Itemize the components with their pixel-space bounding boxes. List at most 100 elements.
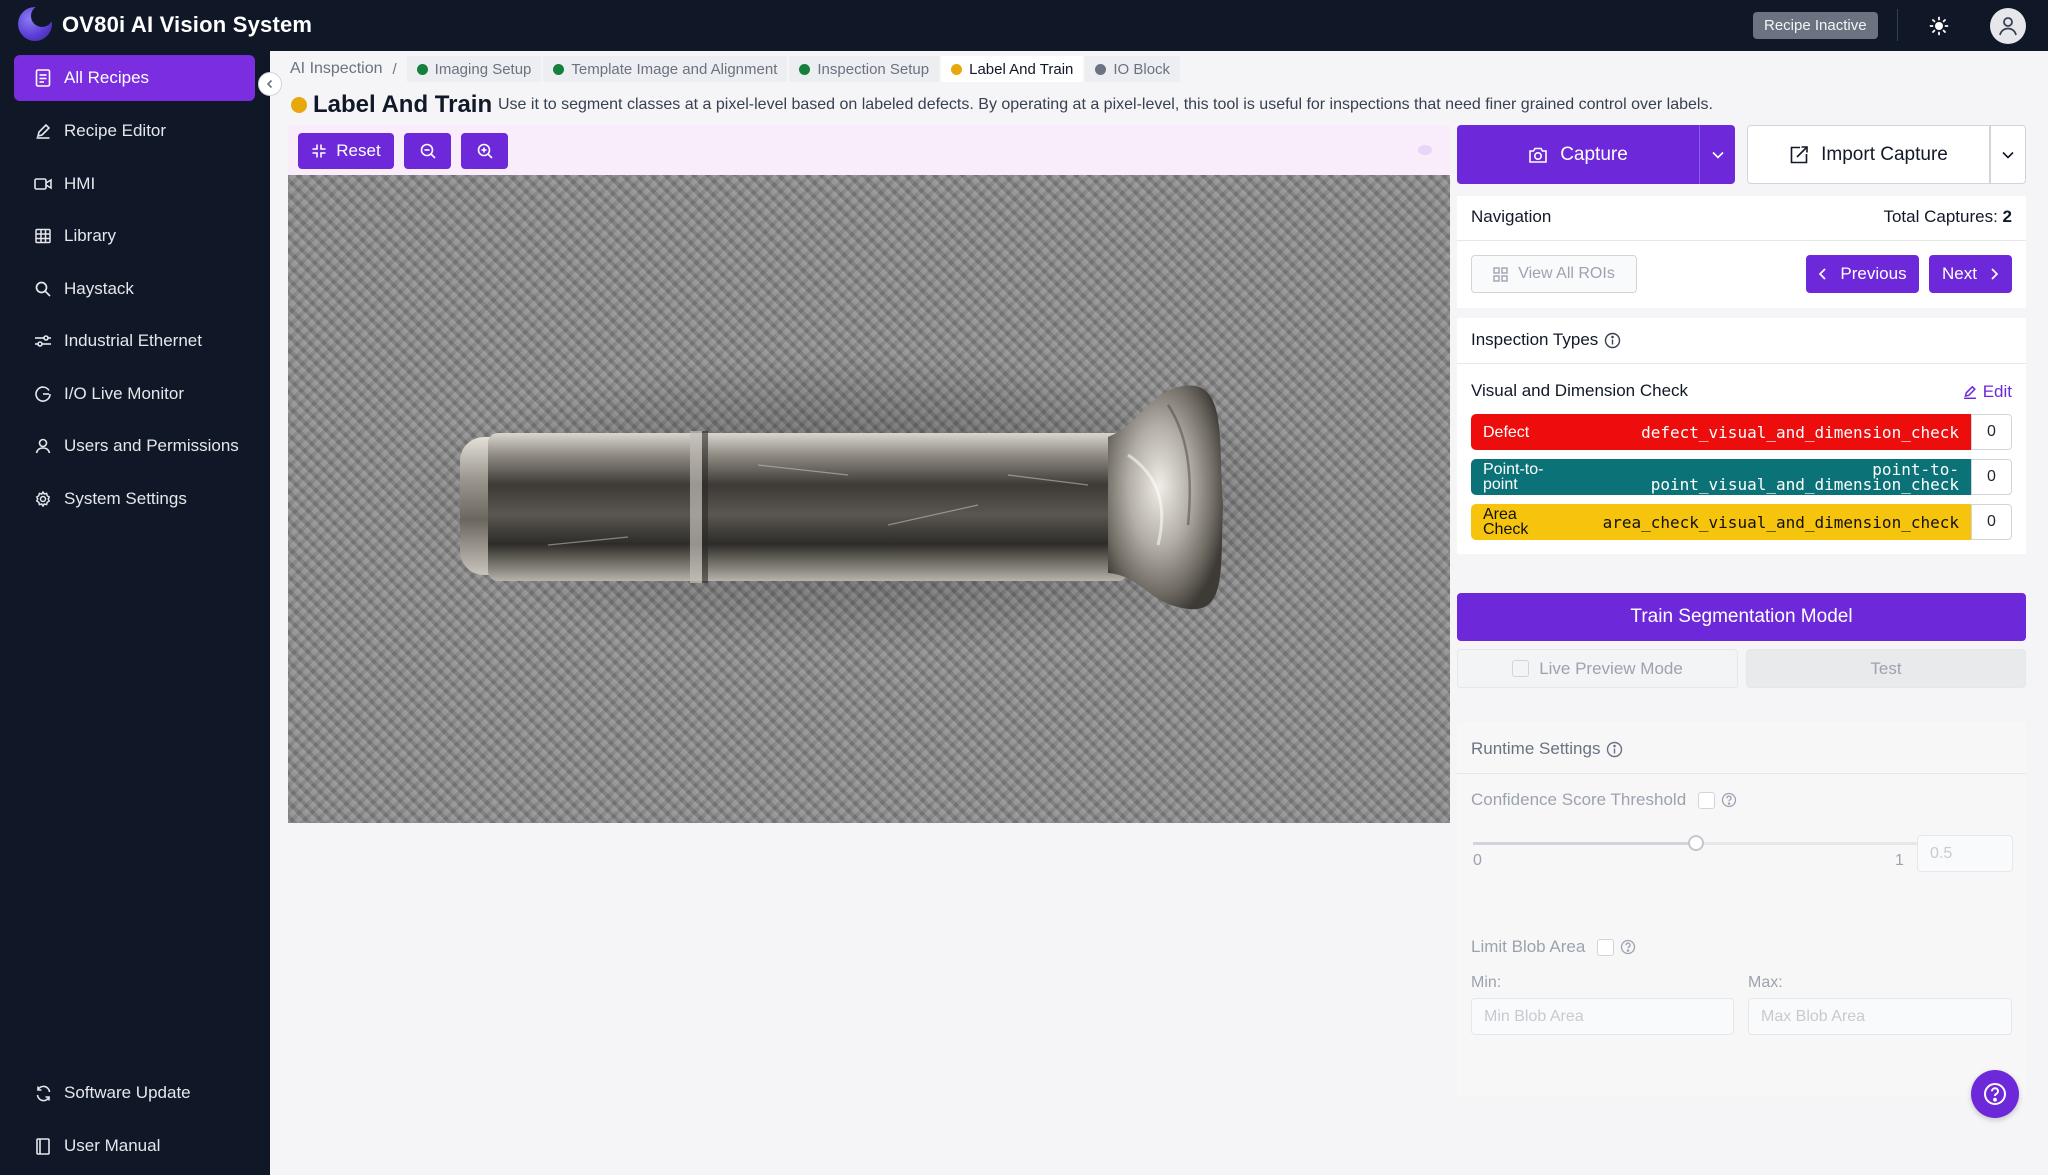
- sidebar-item-library[interactable]: Library: [14, 213, 255, 259]
- sidebar-collapse-button[interactable]: [258, 72, 282, 96]
- help-icon[interactable]: [1721, 792, 1737, 808]
- sidebar-item-industrial-ethernet[interactable]: Industrial Ethernet: [14, 318, 255, 364]
- top-bar: OV80i AI Vision System Recipe Inactive: [0, 0, 2048, 51]
- status-dot: [1095, 63, 1107, 75]
- edit-label: Edit: [1982, 382, 2012, 401]
- confidence-threshold-row: Confidence Score Threshold: [1471, 790, 1737, 810]
- user-avatar-button[interactable]: [1990, 8, 2026, 44]
- sidebar-item-recipe-editor[interactable]: Recipe Editor: [14, 108, 255, 154]
- help-button[interactable]: [1971, 1070, 2019, 1118]
- view-all-rois-label: View All ROIs: [1518, 265, 1615, 282]
- page-title: Label And Train: [313, 91, 493, 118]
- confidence-value-input[interactable]: 0.5: [1917, 835, 2013, 872]
- sidebar-item-label: Users and Permissions: [64, 436, 239, 455]
- chevron-down-icon: [2002, 151, 2014, 159]
- sidebar: All Recipes Recipe Editor HMI Library Ha…: [0, 51, 270, 1175]
- search-icon: [34, 280, 52, 298]
- inspection-type-count: 0: [1971, 414, 2012, 450]
- live-preview-mode-toggle[interactable]: Live Preview Mode: [1457, 649, 1738, 688]
- min-blob-label: Min:: [1471, 974, 1502, 991]
- zoom-in-icon: [477, 143, 493, 159]
- breadcrumb-step-template-image[interactable]: Template Image and Alignment: [543, 56, 788, 82]
- status-dot: [416, 63, 428, 75]
- capture-dropdown-button[interactable]: [1699, 125, 1735, 184]
- breadcrumb-step-label-and-train[interactable]: Label And Train: [941, 56, 1084, 82]
- camera-icon: [1529, 147, 1547, 163]
- pencil-icon: [34, 122, 52, 140]
- theme-toggle-button[interactable]: [1921, 8, 1957, 44]
- sidebar-item-label: Software Update: [64, 1083, 191, 1102]
- refresh-icon: [34, 1084, 52, 1102]
- import-capture-button[interactable]: Import Capture: [1747, 125, 1990, 184]
- edit-inspection-button[interactable]: Edit: [1963, 382, 2012, 402]
- inspection-types-card: Inspection Types Visual and Dimension Ch…: [1457, 318, 2026, 554]
- capture-button[interactable]: Capture: [1457, 125, 1699, 184]
- inspection-type-key: defect_visual_and_dimension_check: [1641, 422, 1959, 442]
- gear-icon: [34, 490, 52, 508]
- sidebar-item-users-and-permissions[interactable]: Users and Permissions: [14, 423, 255, 469]
- max-blob-area-input[interactable]: Max Blob Area: [1748, 998, 2012, 1035]
- chevron-down-icon: [1711, 151, 1724, 159]
- confidence-threshold-checkbox[interactable]: [1698, 791, 1716, 809]
- sidebar-item-all-recipes[interactable]: All Recipes: [14, 55, 255, 101]
- grid-icon: [1493, 266, 1508, 282]
- divider: [1457, 773, 2026, 774]
- slider-thumb[interactable]: [1688, 835, 1704, 851]
- breadcrumb-step-label: IO Block: [1113, 60, 1171, 78]
- capture-image-canvas[interactable]: [288, 175, 1450, 823]
- reset-label: Reset: [336, 141, 381, 160]
- sidebar-item-label: Industrial Ethernet: [64, 331, 202, 350]
- status-dot: [799, 63, 811, 75]
- total-captures-value: 2: [2002, 207, 2012, 226]
- breadcrumb-step-imaging-setup[interactable]: Imaging Setup: [406, 56, 542, 82]
- import-capture-label: Import Capture: [1821, 143, 1948, 165]
- inspection-type-area-check[interactable]: Area Check area_check_visual_and_dimensi…: [1471, 504, 1971, 540]
- pencil-icon: [1963, 385, 1976, 399]
- document-list-icon: [34, 69, 52, 87]
- sidebar-item-system-settings[interactable]: System Settings: [14, 476, 255, 522]
- navigation-title: Navigation: [1471, 207, 1552, 226]
- sidebar-item-label: HMI: [64, 174, 96, 193]
- inspection-type-key: area_check_visual_and_dimension_check: [1602, 512, 1959, 532]
- breadcrumb-step-inspection-setup[interactable]: Inspection Setup: [789, 56, 940, 82]
- sidebar-item-label: Recipe Editor: [64, 121, 167, 140]
- test-button[interactable]: Test: [1746, 649, 2026, 688]
- breadcrumb-root[interactable]: AI Inspection: [290, 60, 383, 78]
- previous-button[interactable]: Previous: [1806, 255, 1919, 293]
- breadcrumb-step-label: Inspection Setup: [817, 60, 930, 78]
- help-icon[interactable]: [1620, 939, 1636, 955]
- chevron-right-icon: [1991, 268, 1999, 280]
- inspection-type-count: 0: [1971, 459, 2012, 495]
- inspection-type-defect[interactable]: Defect defect_visual_and_dimension_check: [1471, 414, 1971, 450]
- inspection-type-key: point-to-point_visual_and_dimension_chec…: [1650, 460, 1959, 494]
- max-blob-label: Max:: [1748, 974, 1783, 991]
- limit-blob-area-checkbox[interactable]: [1597, 938, 1615, 956]
- video-icon: [34, 175, 52, 193]
- sidebar-item-software-update[interactable]: Software Update: [14, 1070, 255, 1116]
- inspection-type-point-to-point[interactable]: Point-to-point point-to-point_visual_and…: [1471, 459, 1971, 495]
- info-icon[interactable]: [1606, 741, 1623, 758]
- reset-view-button[interactable]: Reset: [298, 133, 394, 169]
- view-all-rois-button[interactable]: View All ROIs: [1471, 255, 1637, 293]
- inspection-type-name: Defect: [1483, 423, 1530, 441]
- info-icon[interactable]: [1604, 332, 1621, 349]
- breadcrumb-step-label: Template Image and Alignment: [571, 60, 778, 78]
- sidebar-item-hmi[interactable]: HMI: [14, 161, 255, 207]
- train-segmentation-model-button[interactable]: Train Segmentation Model: [1457, 593, 2026, 641]
- next-button[interactable]: Next: [1929, 255, 2012, 293]
- zoom-out-button[interactable]: [404, 133, 451, 169]
- sidebar-item-io-live-monitor[interactable]: I/O Live Monitor: [14, 371, 255, 417]
- import-dropdown-button[interactable]: [1990, 125, 2026, 184]
- zoom-in-button[interactable]: [461, 133, 508, 169]
- sidebar-item-user-manual[interactable]: User Manual: [14, 1123, 255, 1169]
- live-preview-checkbox[interactable]: [1512, 660, 1530, 677]
- grid-table-icon: [34, 227, 52, 245]
- sidebar-item-label: Haystack: [64, 279, 134, 298]
- breadcrumb-separator: /: [392, 60, 397, 78]
- sidebar-item-haystack[interactable]: Haystack: [14, 266, 255, 312]
- confidence-slider[interactable]: [1473, 835, 1919, 851]
- limit-blob-area-row: Limit Blob Area: [1471, 937, 1636, 957]
- breadcrumb-step-io-block[interactable]: IO Block: [1085, 56, 1181, 82]
- runtime-settings-card: Runtime Settings Confidence Score Thresh…: [1457, 722, 2026, 1097]
- min-blob-area-input[interactable]: Min Blob Area: [1471, 998, 1734, 1035]
